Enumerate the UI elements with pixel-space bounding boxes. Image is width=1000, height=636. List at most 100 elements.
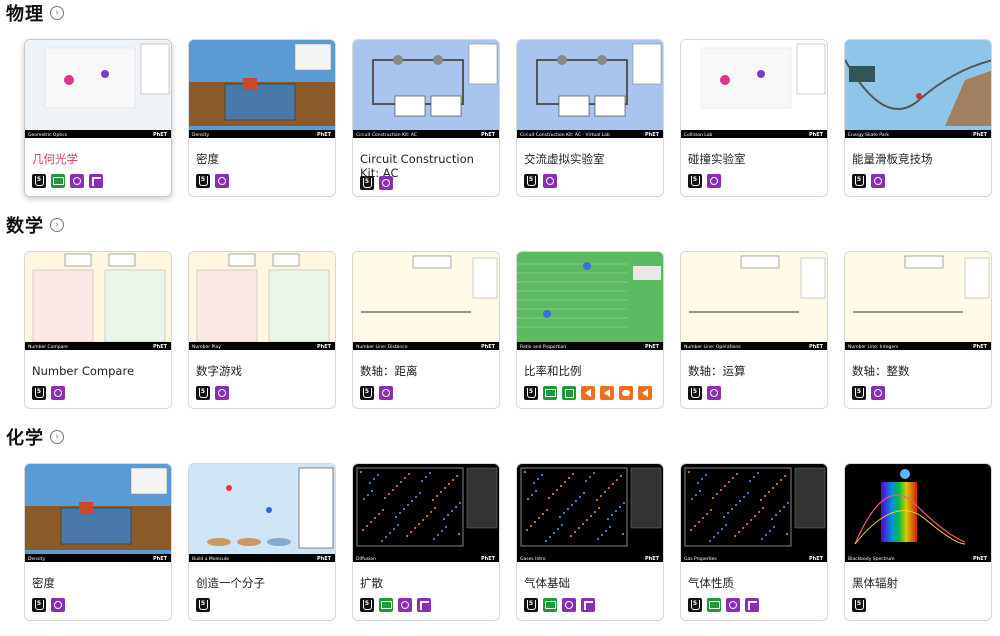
sim-thumbnail[interactable]: Number Play PhET [189,252,335,350]
thumb-sim-label: Number Line: Integers [848,344,899,350]
zoom-icon [398,598,412,612]
sim-card[interactable]: Circuit Construction Kit: AC PhET Circui… [352,39,500,197]
sim-card[interactable]: Number Line: Distance PhET 数轴：距离 5 [352,251,500,409]
sim-title[interactable]: Number Compare [32,364,168,378]
phet-logo: PhET [645,556,660,562]
zoom-icon [379,176,393,190]
sim-title[interactable]: 交流虚拟实验室 [524,152,660,166]
sound-icon [600,386,614,400]
section-header[interactable]: 化学 › [6,424,64,450]
sim-title[interactable]: 碰撞实验室 [688,152,824,166]
sim-thumbnail[interactable]: Density PhET [189,40,335,138]
sim-thumbnail[interactable]: Diffusion PhET [353,464,499,562]
sim-card[interactable]: Density PhET 密度 5 [24,463,172,621]
sim-title[interactable]: 数轴：距离 [360,364,496,378]
phet-logo: PhET [481,132,496,138]
sim-card[interactable]: Number Line: Integers PhET 数轴：整数 5 [844,251,992,409]
thumb-sim-label: Geometric Optics [28,132,68,138]
html5-icon: 5 [524,174,538,188]
sim-title[interactable]: 数字游戏 [196,364,332,378]
feature-badges: 5 [196,598,210,612]
phet-logo: PhET [809,132,824,138]
sim-title[interactable]: 气体性质 [688,576,824,590]
sim-title[interactable]: 数轴：整数 [852,364,988,378]
zoom-icon [379,386,393,400]
feature-badges: 5 [360,386,393,400]
sim-card[interactable]: Circuit Construction Kit: AC - Virtual L… [516,39,664,197]
thumb-sim-label: Density [192,132,209,138]
zoom-icon [871,386,885,400]
sim-thumbnail[interactable]: Number Line: Distance PhET [353,252,499,350]
sim-thumbnail[interactable]: Circuit Construction Kit: AC PhET [353,40,499,138]
sim-card[interactable]: Gases Intro PhET 气体基础 5 [516,463,664,621]
sim-title[interactable]: 数轴：运算 [688,364,824,378]
feature-badges: 5 [360,176,393,190]
html5-glyph: 5 [362,178,372,188]
sim-card[interactable]: Build a Molecule PhET 创造一个分子 5 [188,463,336,621]
phet-logo: PhET [317,556,332,562]
sim-title[interactable]: 气体基础 [524,576,660,590]
feature-badges: 5 [32,386,65,400]
section-header[interactable]: 数学 › [6,212,64,238]
sim-title[interactable]: 扩散 [360,576,496,590]
sim-title[interactable]: 能量滑板竞技场 [852,152,988,166]
zoom-icon [871,174,885,188]
touch-icon [745,598,759,612]
html5-icon: 5 [524,598,538,612]
thumb-sim-label: Number Line: Operations [684,344,741,350]
phet-logo: PhET [973,344,988,350]
chevron-right-icon[interactable]: › [50,430,64,444]
sim-thumbnail[interactable]: Number Compare PhET [25,252,171,350]
touch-icon [581,598,595,612]
sim-thumbnail[interactable]: Collision Lab PhET [681,40,827,138]
sim-title[interactable]: 创造一个分子 [196,576,332,590]
zoom-icon [70,174,84,188]
zoom-icon [707,386,721,400]
sim-title[interactable]: 密度 [196,152,332,166]
chevron-right-icon[interactable]: › [50,218,64,232]
sim-thumbnail[interactable]: Number Line: Integers PhET [845,252,991,350]
sim-card[interactable]: Energy Skate Park PhET 能量滑板竞技场 5 [844,39,992,197]
thumb-sim-label: Diffusion [356,556,376,562]
sim-card[interactable]: Collision Lab PhET 碰撞实验室 5 [680,39,828,197]
thumb-sim-label: Circuit Construction Kit: AC [356,132,417,138]
sim-card[interactable]: Density PhET 密度 5 [188,39,336,197]
sim-title[interactable]: 密度 [32,576,168,590]
phet-logo: PhET [809,344,824,350]
html5-icon: 5 [360,386,374,400]
sim-card[interactable]: Number Line: Operations PhET 数轴：运算 5 [680,251,828,409]
sim-thumbnail[interactable]: Circuit Construction Kit: AC - Virtual L… [517,40,663,138]
sim-title[interactable]: 黑体辐射 [852,576,988,590]
feature-badges: 5 [688,174,721,188]
thumb-sim-label: Build a Molecule [192,556,229,562]
phet-logo: PhET [317,132,332,138]
sim-card[interactable]: Blackbody Spectrum PhET 黑体辐射 5 [844,463,992,621]
sim-thumbnail[interactable]: Gases Intro PhET [517,464,663,562]
phet-logo: PhET [645,344,660,350]
thumb-sim-label: Number Compare [28,344,68,350]
sim-thumbnail[interactable]: Density PhET [25,464,171,562]
sim-card[interactable]: Diffusion PhET 扩散 5 [352,463,500,621]
touch-icon [417,598,431,612]
section-header[interactable]: 物理 › [6,0,64,26]
sim-thumbnail[interactable]: Energy Skate Park PhET [845,40,991,138]
sim-card[interactable]: Number Compare PhET Number Compare 5 [24,251,172,409]
feature-badges: 5 [688,598,759,612]
sim-thumbnail[interactable]: Geometric Optics PhET [25,40,171,138]
sim-thumbnail[interactable]: Number Line: Operations PhET [681,252,827,350]
thumb-sim-label: Energy Skate Park [848,132,889,138]
sim-thumbnail[interactable]: Gas Properties PhET [681,464,827,562]
sim-title[interactable]: 比率和比例 [524,364,660,378]
sim-thumbnail[interactable]: Build a Molecule PhET [189,464,335,562]
sim-thumbnail[interactable]: Blackbody Spectrum PhET [845,464,991,562]
feature-badges: 5 [524,386,652,400]
sim-card[interactable]: Ratio and Proportion PhET 比率和比例 5 [516,251,664,409]
sim-card[interactable]: Geometric Optics PhET 几何光学 5 [24,39,172,197]
sim-thumbnail[interactable]: Ratio and Proportion PhET [517,252,663,350]
sim-card[interactable]: Gas Properties PhET 气体性质 5 [680,463,828,621]
chevron-right-icon[interactable]: › [50,6,64,20]
sim-title[interactable]: 几何光学 [32,152,168,166]
html5-glyph: 5 [690,600,700,610]
sim-card[interactable]: Number Play PhET 数字游戏 5 [188,251,336,409]
phet-logo: PhET [645,132,660,138]
